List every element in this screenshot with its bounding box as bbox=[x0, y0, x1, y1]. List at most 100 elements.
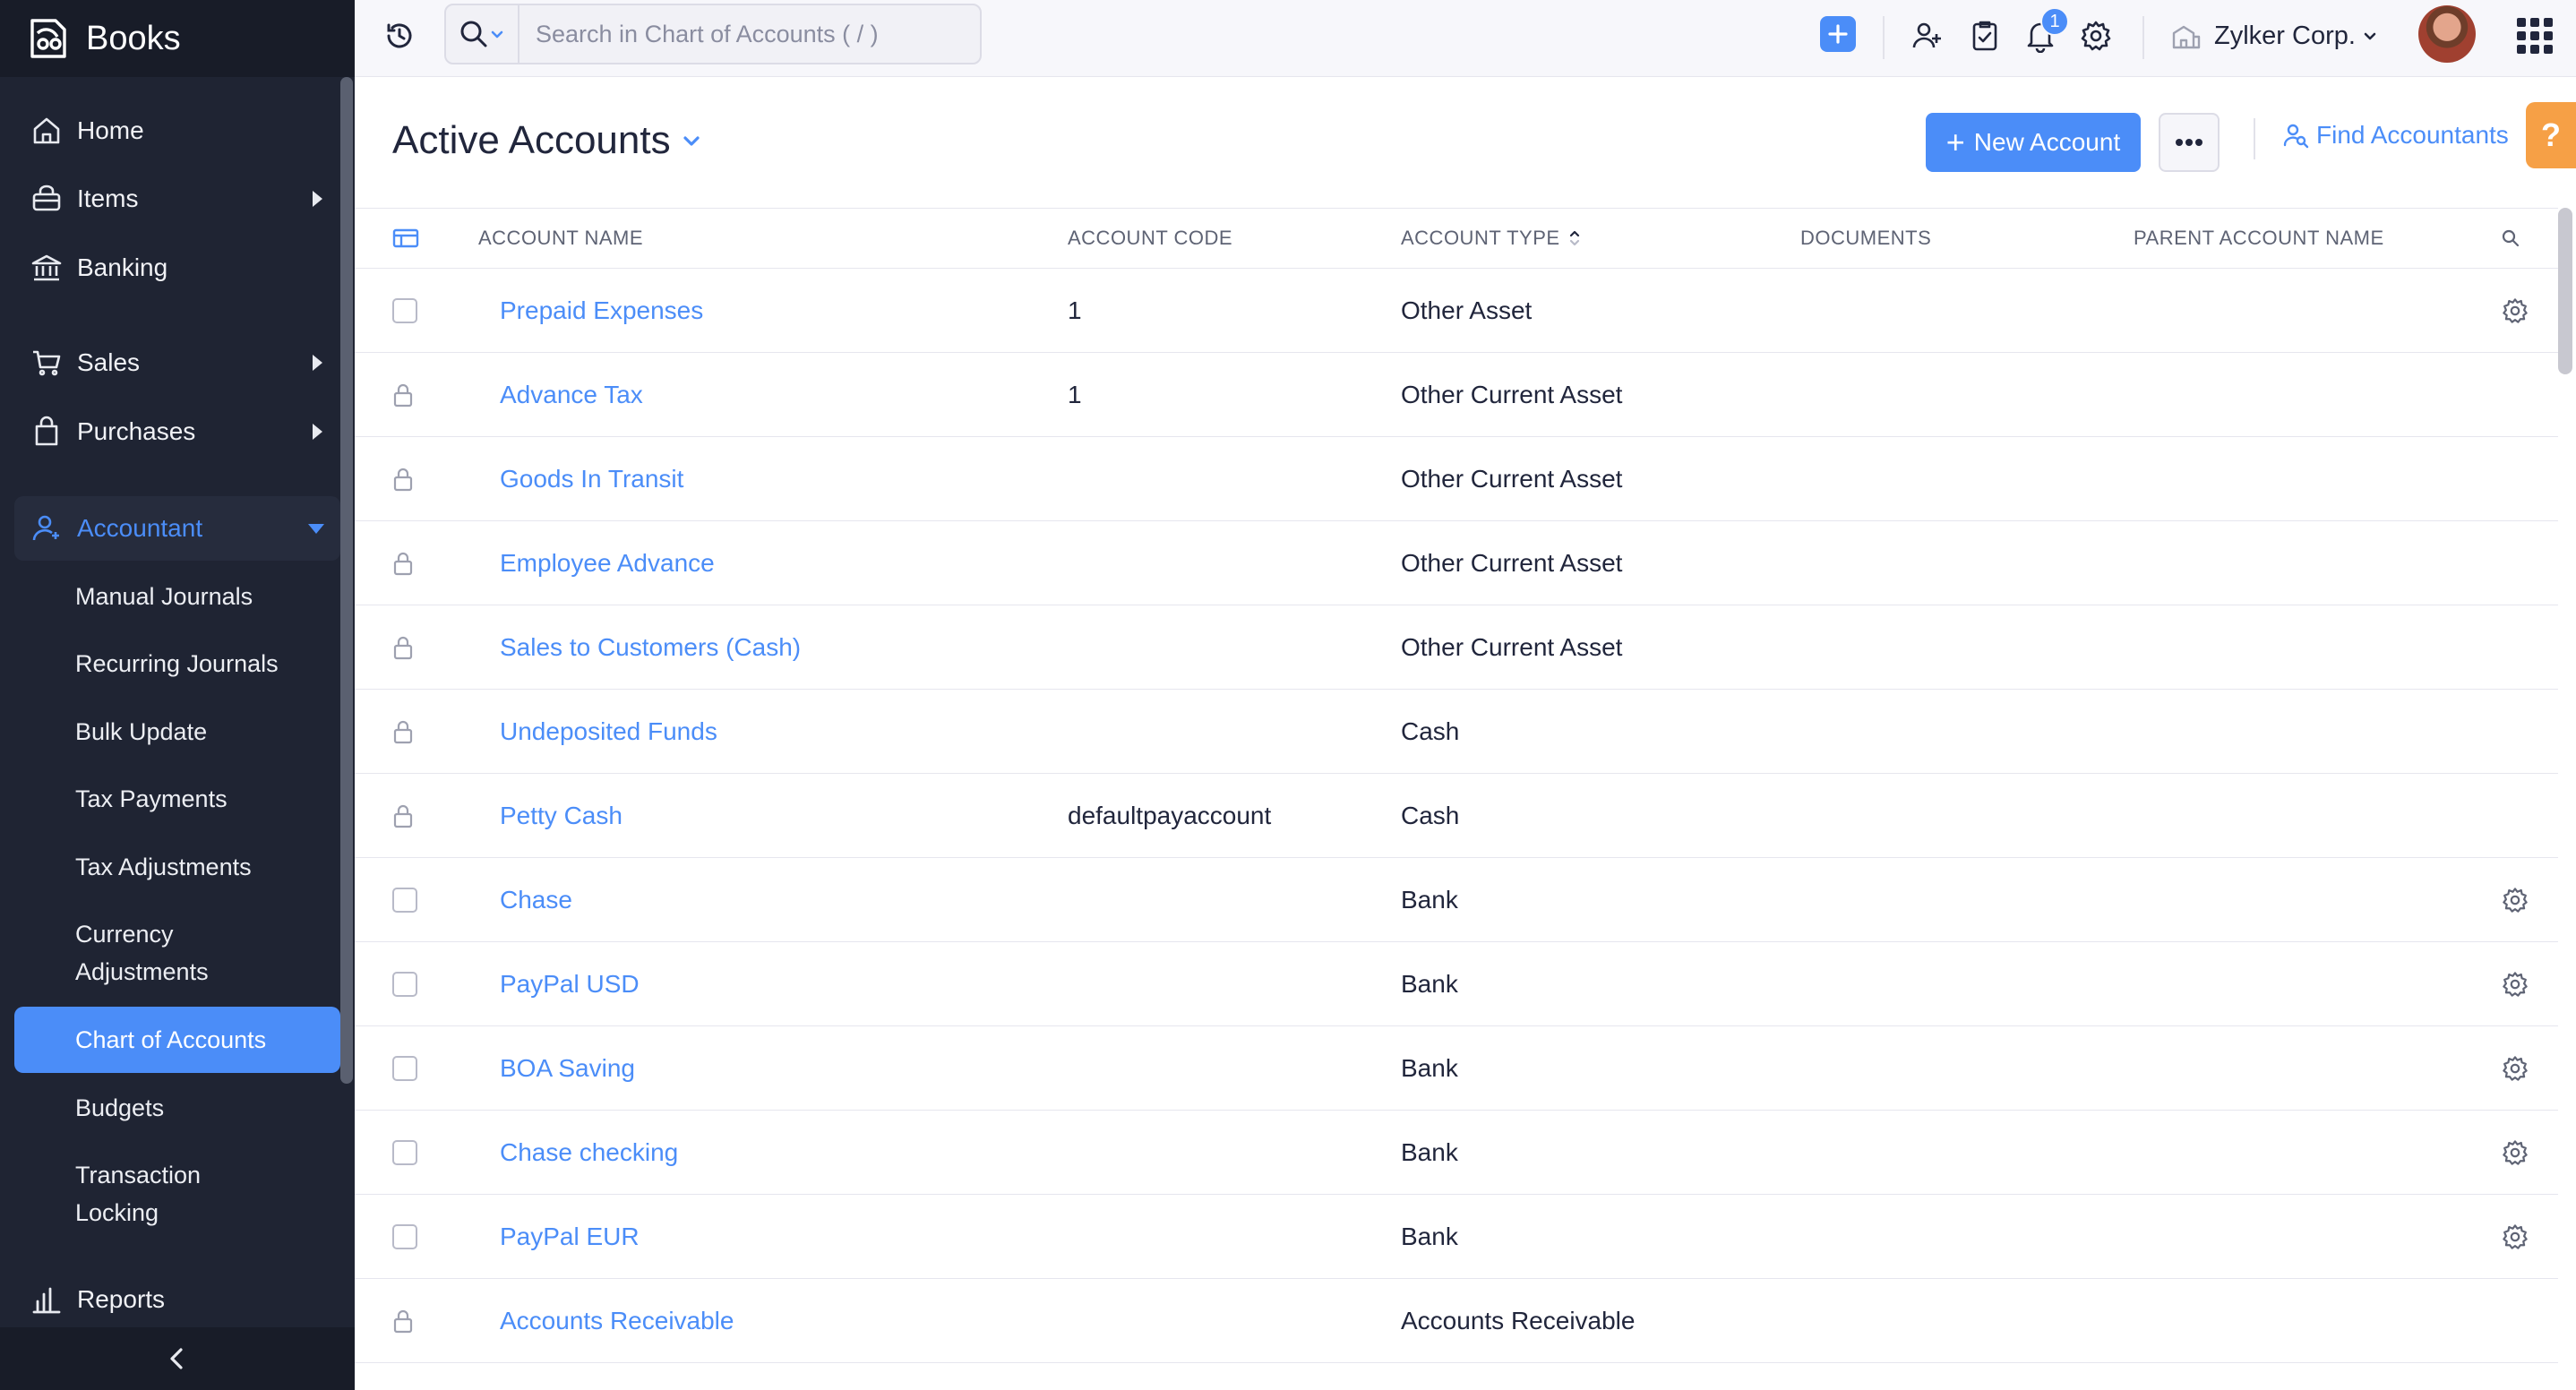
recent-history-button[interactable] bbox=[380, 16, 419, 56]
row-checkbox[interactable] bbox=[392, 971, 417, 997]
quick-create-button[interactable] bbox=[1820, 16, 1856, 52]
account-name-link[interactable]: Petty Cash bbox=[500, 774, 623, 857]
account-name-link[interactable]: Undeposited Funds bbox=[500, 690, 717, 773]
sidebar-subitem-manual-journals[interactable]: Manual Journals bbox=[14, 578, 340, 615]
basket-icon bbox=[32, 184, 61, 211]
more-options-button[interactable] bbox=[2159, 113, 2220, 172]
shopping-bag-icon bbox=[35, 416, 58, 446]
main-scrollbar[interactable] bbox=[2558, 208, 2572, 374]
sidebar-subitem-chart-of-accounts[interactable]: Chart of Accounts bbox=[14, 1007, 340, 1073]
table-row[interactable]: PayPal EUR Bank bbox=[355, 1195, 2558, 1279]
history-icon bbox=[387, 23, 412, 48]
account-name-link[interactable]: Employee Advance bbox=[500, 521, 715, 605]
row-settings-button[interactable] bbox=[2501, 1111, 2533, 1194]
table-row[interactable]: Chase checking Bank bbox=[355, 1111, 2558, 1195]
row-settings-button[interactable] bbox=[2501, 1026, 2533, 1110]
find-accountants-link[interactable]: Find Accountants bbox=[2282, 116, 2509, 154]
sidebar-item-accountant[interactable]: Accountant bbox=[14, 496, 340, 561]
sidebar-subitem-transaction-locking[interactable]: Transaction Locking bbox=[14, 1156, 283, 1231]
sidebar-subitem-budgets[interactable]: Budgets bbox=[14, 1089, 340, 1127]
settings-button[interactable] bbox=[2076, 16, 2116, 56]
table-row[interactable]: Sales to Customers (Cash) Other Current A… bbox=[355, 605, 2558, 690]
new-account-button[interactable]: + New Account bbox=[1926, 113, 2141, 172]
account-name-link[interactable]: Accounts Receivable bbox=[500, 1279, 734, 1362]
row-checkbox[interactable] bbox=[392, 297, 417, 323]
lock-icon bbox=[393, 1309, 413, 1333]
table-row[interactable]: Chase Bank bbox=[355, 858, 2558, 942]
sidebar-item-banking[interactable]: Banking bbox=[14, 236, 340, 300]
table-row[interactable]: PayPal USD Bank bbox=[355, 942, 2558, 1026]
sidebar-subitem-label: Currency Adjustments bbox=[75, 921, 209, 985]
gear-icon bbox=[2503, 297, 2528, 323]
row-checkbox[interactable] bbox=[392, 887, 417, 913]
row-settings-button[interactable] bbox=[2501, 942, 2533, 1025]
table-row[interactable]: Petty Cash defaultpayaccount Cash bbox=[355, 774, 2558, 858]
organization-switcher[interactable]: Zylker Corp. bbox=[2171, 16, 2377, 56]
bank-icon bbox=[31, 254, 62, 281]
column-header-account-code[interactable]: ACCOUNT CODE bbox=[1068, 209, 1232, 268]
account-name-link[interactable]: Prepaid Expenses bbox=[500, 269, 703, 352]
sidebar-item-home[interactable]: Home bbox=[14, 99, 340, 163]
sidebar-item-label: Banking bbox=[77, 253, 168, 281]
account-name-link[interactable]: PayPal EUR bbox=[500, 1195, 640, 1278]
account-name-link[interactable]: Advance Tax bbox=[500, 353, 643, 436]
table-row[interactable]: Employee Advance Other Current Asset bbox=[355, 521, 2558, 605]
row-checkbox[interactable] bbox=[392, 1055, 417, 1081]
table-row[interactable]: BOA Saving Bank bbox=[355, 1026, 2558, 1111]
sidebar-item-label: Purchases bbox=[77, 417, 196, 445]
table-row[interactable]: Goods In Transit Other Current Asset bbox=[355, 437, 2558, 521]
table-row[interactable]: Accounts Receivable Accounts Receivable bbox=[355, 1279, 2558, 1363]
table-row[interactable]: Prepaid Expenses 1 Other Asset bbox=[355, 269, 2558, 353]
clipboard-check-icon bbox=[1972, 21, 1997, 51]
account-code: defaultpayaccount bbox=[1068, 801, 1272, 829]
sidebar-subitem-label: Chart of Accounts bbox=[75, 1026, 267, 1053]
search-input[interactable] bbox=[519, 20, 967, 48]
view-selector[interactable]: Active Accounts bbox=[392, 118, 701, 163]
row-settings-button[interactable] bbox=[2501, 269, 2533, 352]
column-header-account-name[interactable]: ACCOUNT NAME bbox=[478, 209, 643, 268]
row-settings-button[interactable] bbox=[2501, 858, 2533, 941]
account-name-link[interactable]: Goods In Transit bbox=[500, 437, 683, 520]
sidebar-subitem-tax-adjustments[interactable]: Tax Adjustments bbox=[14, 848, 340, 886]
sidebar-subitem-label: Bulk Update bbox=[75, 718, 208, 745]
app-launcher-grid-icon[interactable] bbox=[2517, 18, 2553, 54]
tasks-button[interactable] bbox=[1965, 16, 2005, 56]
search-scope-dropdown[interactable] bbox=[446, 5, 519, 63]
sidebar-item-label: Items bbox=[77, 184, 139, 212]
sidebar-subitem-bulk-update[interactable]: Bulk Update bbox=[14, 713, 340, 751]
table-row[interactable]: Undeposited Funds Cash bbox=[355, 690, 2558, 774]
help-button[interactable]: ? bbox=[2526, 102, 2576, 168]
chevron-right-icon bbox=[313, 355, 322, 371]
account-code: 1 bbox=[1068, 296, 1082, 324]
collapse-sidebar-button[interactable] bbox=[0, 1327, 355, 1390]
column-chooser-button[interactable] bbox=[392, 209, 419, 268]
table-row[interactable]: Advance Tax 1 Other Current Asset bbox=[355, 353, 2558, 437]
lock-icon bbox=[393, 468, 413, 491]
account-name-link[interactable]: PayPal USD bbox=[500, 942, 640, 1025]
column-header-documents[interactable]: DOCUMENTS bbox=[1800, 209, 1931, 268]
sidebar-item-purchases[interactable]: Purchases bbox=[14, 399, 340, 464]
building-icon bbox=[2172, 25, 2201, 49]
divider bbox=[2142, 16, 2144, 59]
account-name-link[interactable]: Sales to Customers (Cash) bbox=[500, 605, 801, 689]
sidebar-subitem-tax-payments[interactable]: Tax Payments bbox=[14, 780, 340, 818]
sidebar-item-items[interactable]: Items bbox=[14, 167, 340, 231]
account-name-link[interactable]: BOA Saving bbox=[500, 1026, 635, 1110]
brand-logo[interactable]: Books bbox=[0, 0, 355, 77]
sidebar-subitem-currency-adjustments[interactable]: Currency Adjustments bbox=[14, 915, 283, 991]
column-header-account-type[interactable]: ACCOUNT TYPE bbox=[1401, 209, 1580, 268]
account-name-link[interactable]: Chase checking bbox=[500, 1111, 678, 1194]
sidebar-subitem-recurring-journals[interactable]: Recurring Journals bbox=[14, 645, 340, 682]
sidebar-item-sales[interactable]: Sales bbox=[14, 330, 340, 395]
sidebar-scrollbar[interactable] bbox=[340, 77, 353, 1084]
table-search-button[interactable] bbox=[2501, 209, 2520, 268]
organization-name: Zylker Corp. bbox=[2214, 21, 2356, 50]
row-checkbox[interactable] bbox=[392, 1223, 417, 1249]
column-header-parent-account[interactable]: PARENT ACCOUNT NAME bbox=[2134, 209, 2384, 268]
row-settings-button[interactable] bbox=[2501, 1195, 2533, 1278]
user-avatar[interactable] bbox=[2418, 5, 2476, 63]
sidebar-item-reports[interactable]: Reports bbox=[14, 1267, 340, 1332]
contacts-button[interactable] bbox=[1908, 16, 1947, 56]
account-name-link[interactable]: Chase bbox=[500, 858, 572, 941]
row-checkbox[interactable] bbox=[392, 1139, 417, 1165]
